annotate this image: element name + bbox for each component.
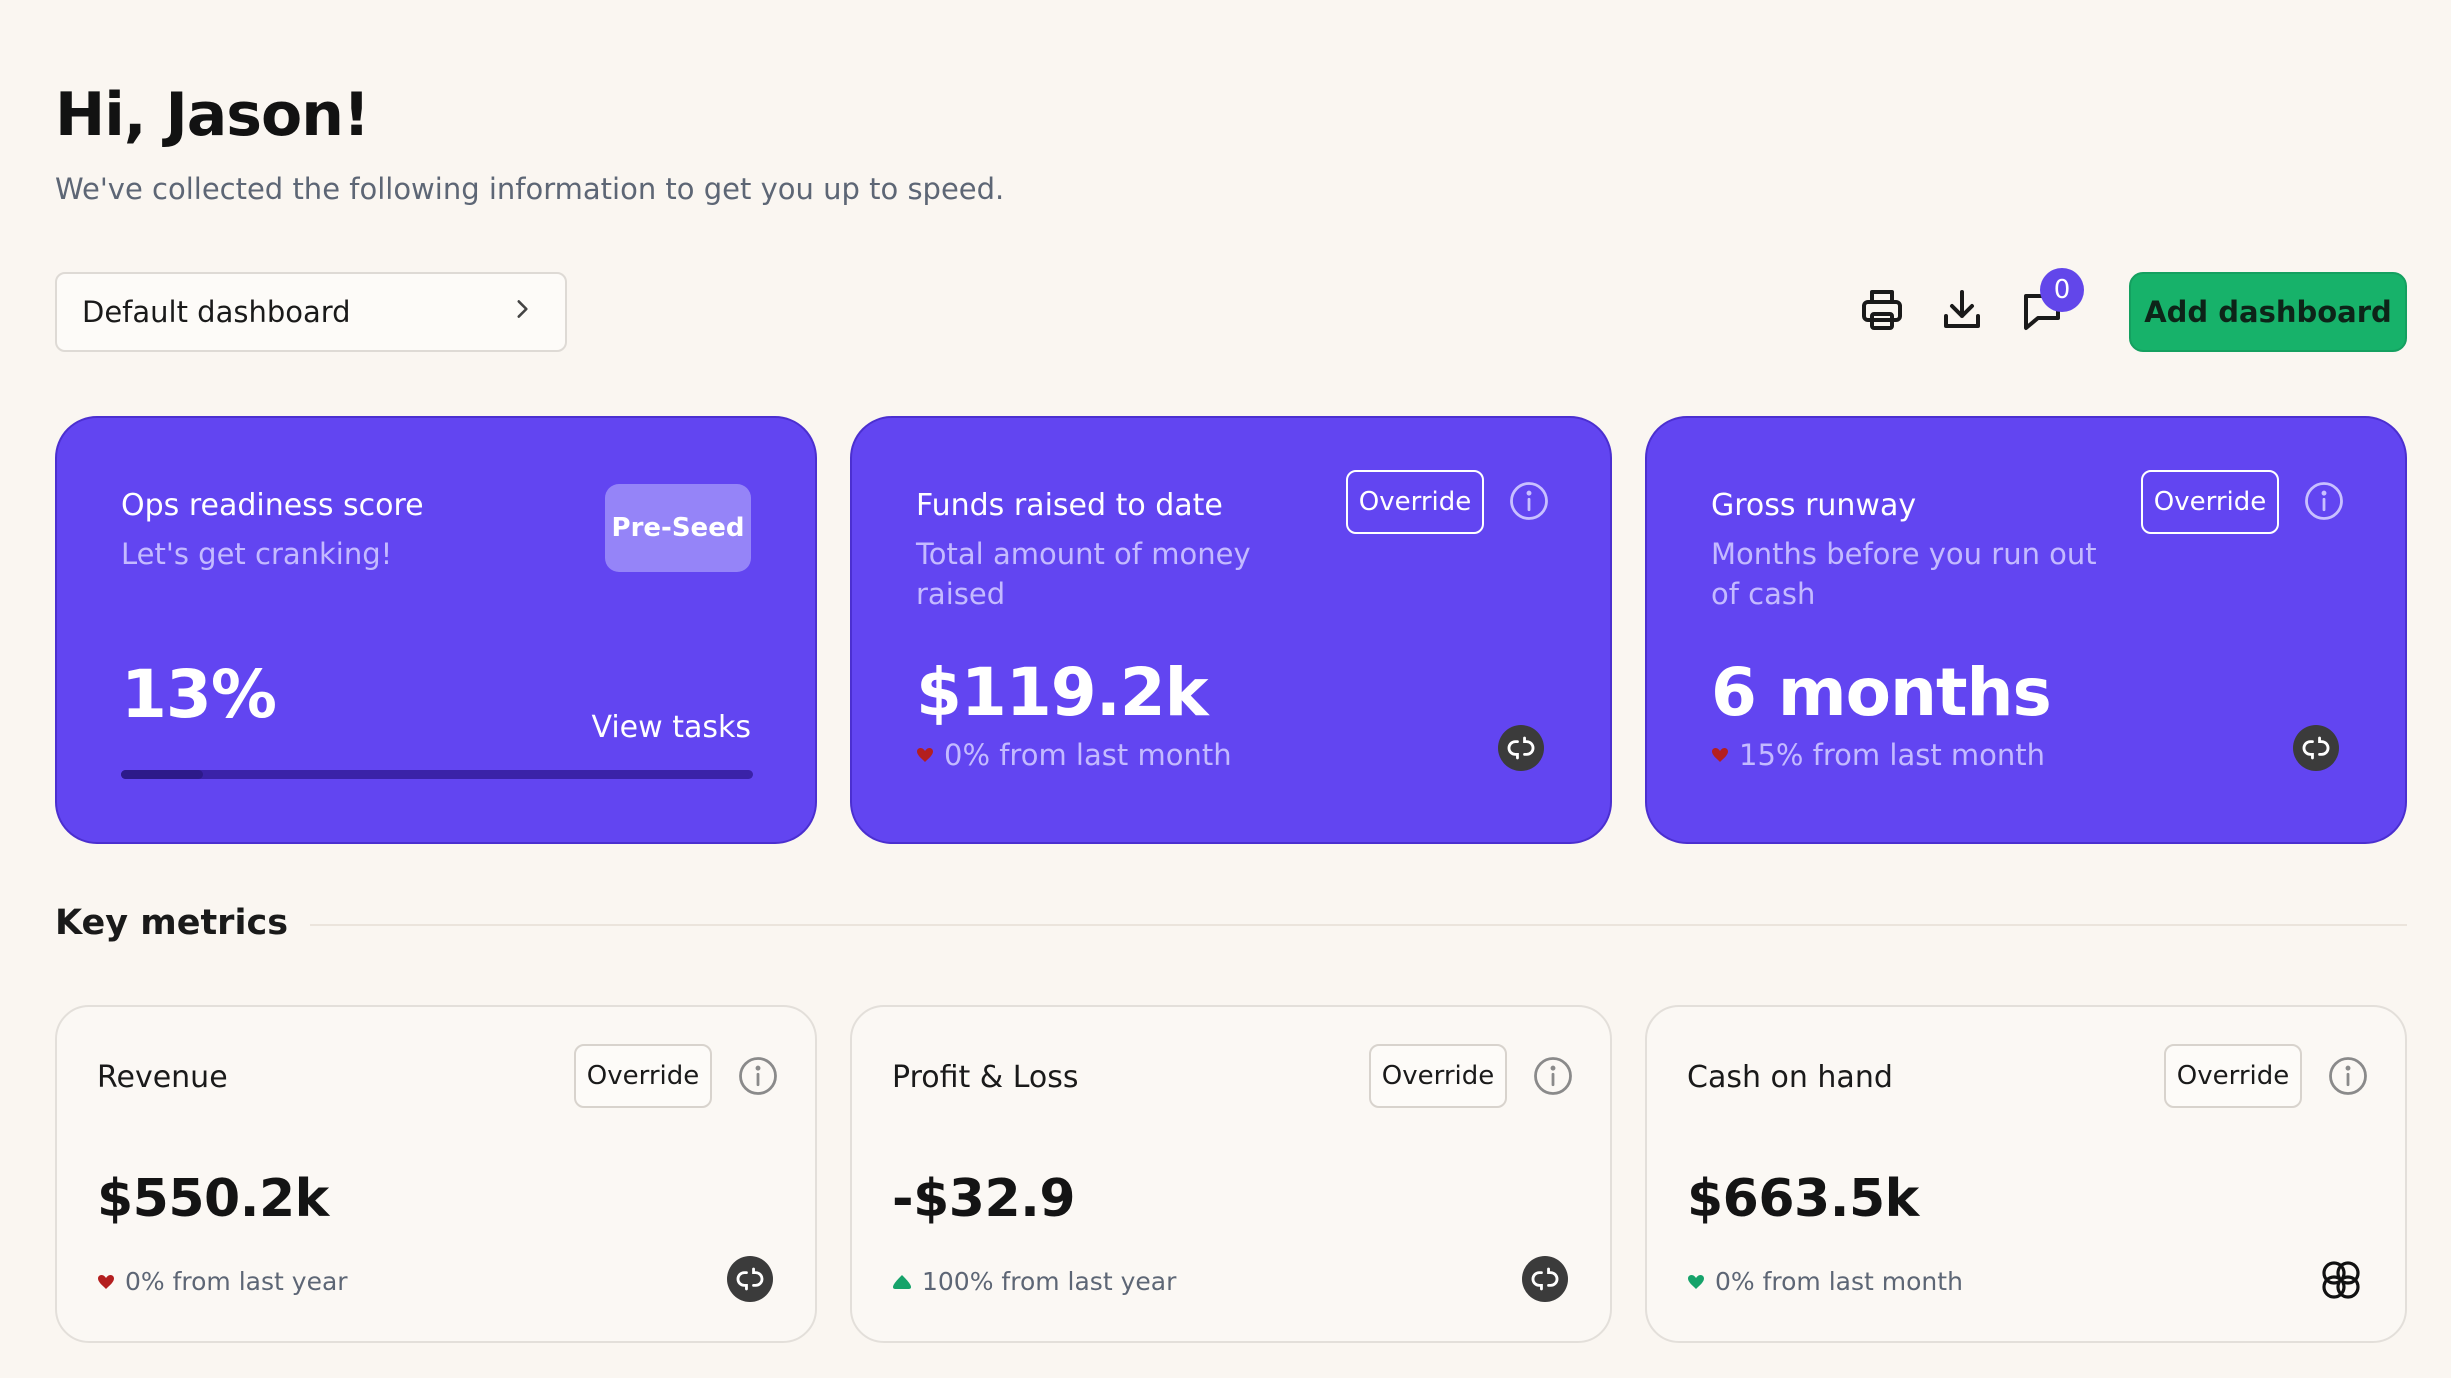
card-title: Gross runway [1711,488,1917,523]
trend-down-icon [917,748,933,762]
cash-on-hand-value: $663.5k [1687,1169,1919,1229]
comments-count-badge: 0 [2040,268,2084,312]
gross-runway-card: Gross runway Months before you run out o… [1645,416,2407,844]
override-button[interactable]: Override [1369,1044,1507,1108]
profit-loss-value: -$32.9 [892,1169,1076,1229]
dashboard-select-value: Default dashboard [82,295,351,329]
trend-down-icon [1688,1274,1704,1289]
section-title: Key metrics [55,903,289,943]
chevron-right-icon [509,295,535,329]
view-tasks-link[interactable]: View tasks [591,710,751,745]
ops-progress-fill [121,770,204,779]
trend-down-icon [1712,748,1728,762]
printer-icon[interactable] [1858,286,1906,334]
card-subtitle: Let's get cranking! [121,537,393,571]
change-text: 15% from last month [1739,738,2046,772]
dashboard-select[interactable]: Default dashboard [55,272,567,352]
funds-raised-card: Funds raised to date Total amount of mon… [850,416,1612,844]
quickbooks-logo [1498,725,1544,771]
profit-loss-card: Profit & Loss Override -$32.9 100% from … [850,1005,1612,1343]
card-title: Revenue [97,1060,228,1095]
card-title: Ops readiness score [121,488,424,523]
page-subtitle: We've collected the following informatio… [55,172,1005,206]
ops-progress-bar [121,770,753,779]
info-icon[interactable] [2303,480,2345,522]
trend-indicator: 0% from last year [97,1267,348,1296]
card-subtitle: Total amount of money raised [916,537,1251,611]
quickbooks-logo [2293,725,2339,771]
override-button[interactable]: Override [2141,470,2279,534]
change-text: 0% from last month [1715,1267,1963,1296]
cash-on-hand-card: Cash on hand Override $663.5k 0% from la… [1645,1005,2407,1343]
trend-indicator: 100% from last year [892,1267,1176,1296]
section-divider [310,924,2407,926]
override-button[interactable]: Override [574,1044,712,1108]
card-title: Cash on hand [1687,1060,1893,1095]
info-icon[interactable] [2327,1055,2369,1097]
add-dashboard-button[interactable]: Add dashboard [2129,272,2407,352]
funds-raised-value: $119.2k [916,654,1209,731]
trend-indicator: 15% from last month [1711,738,2045,772]
trend-up-icon [893,1274,911,1289]
page-title: Hi, Jason! [55,80,370,150]
info-icon[interactable] [1532,1055,1574,1097]
trend-down-icon [98,1274,114,1289]
override-button[interactable]: Override [1346,470,1484,534]
trend-indicator: 0% from last month [916,738,1232,772]
quickbooks-logo [1522,1256,1568,1302]
runway-value: 6 months [1711,654,2052,731]
info-icon[interactable] [1508,480,1550,522]
revenue-value: $550.2k [97,1169,329,1229]
change-text: 0% from last month [944,738,1232,772]
override-button[interactable]: Override [2164,1044,2302,1108]
card-subtitle: Months before you run out of cash [1711,537,2097,611]
card-title: Funds raised to date [916,488,1223,523]
ops-readiness-card: Ops readiness score Let's get cranking! … [55,416,817,844]
card-title: Profit & Loss [892,1060,1079,1095]
quickbooks-logo [727,1256,773,1302]
change-text: 100% from last year [922,1267,1177,1296]
revenue-card: Revenue Override $550.2k 0% from last ye… [55,1005,817,1343]
info-icon[interactable] [737,1055,779,1097]
ops-score-value: 13% [121,656,277,733]
trend-indicator: 0% from last month [1687,1267,1963,1296]
mercury-logo [2322,1261,2360,1299]
stage-badge: Pre-Seed [605,484,751,572]
change-text: 0% from last year [125,1267,348,1296]
download-icon[interactable] [1938,286,1986,334]
